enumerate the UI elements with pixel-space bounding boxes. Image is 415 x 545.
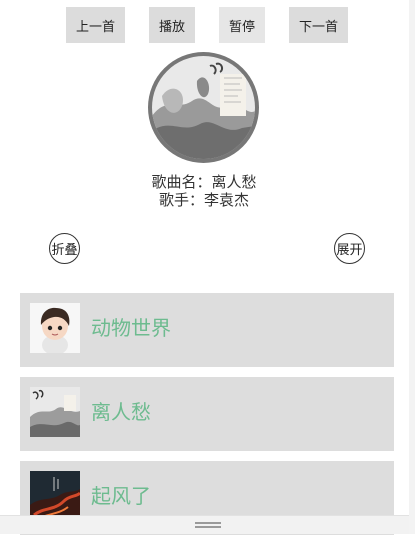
song-title: 离人愁 (91, 400, 151, 424)
previous-track-button[interactable]: 上一首 (66, 7, 125, 43)
song-item-lirenchou[interactable]: 离人愁 (20, 377, 394, 451)
bottom-bar (0, 515, 409, 534)
player-controls: 上一首 播放 暂停 下一首 (0, 7, 415, 43)
expand-button[interactable]: 展开 (334, 233, 365, 264)
now-playing-info: 歌曲名：离人愁 歌手：李袁杰 (0, 173, 408, 209)
song-name-label: 歌曲名：离人愁 (151, 173, 257, 191)
collapse-button[interactable]: 折叠 (49, 233, 80, 264)
night-scene-thumbnail-icon (30, 471, 80, 521)
pause-button[interactable]: 暂停 (219, 7, 265, 43)
cartoon-boy-avatar-icon (30, 303, 80, 353)
artist-name-label: 歌手：李袁杰 (158, 191, 249, 209)
song-item-dongwushijie[interactable]: 动物世界 (20, 293, 394, 367)
album-art-image (152, 56, 255, 159)
ink-landscape-thumbnail-icon (30, 387, 80, 437)
song-title: 动物世界 (91, 316, 171, 340)
page-scrollbar[interactable] (409, 0, 415, 534)
album-cover-disc (148, 52, 259, 163)
next-track-button[interactable]: 下一首 (289, 7, 348, 43)
play-button[interactable]: 播放 (149, 7, 195, 43)
song-list: 动物世界 离人愁 起风了 (20, 293, 394, 545)
drag-handle-icon[interactable] (195, 522, 221, 528)
